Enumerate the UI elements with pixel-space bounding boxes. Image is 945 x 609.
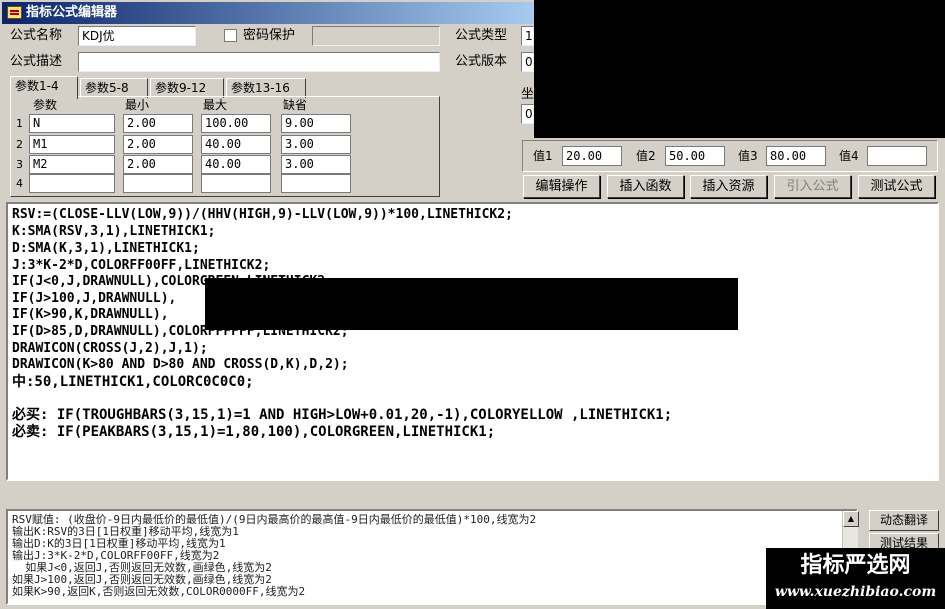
formula-code-editor[interactable]: RSV:=(CLOSE-LLV(LOW,9))/(HHV(HIGH,9)-LLV… [6, 202, 939, 481]
value2-label: 值2 [636, 149, 656, 163]
code-line: 中:50,LINETHICK1,COLORC0C0C0; [12, 374, 254, 390]
coord-label: 坐 [521, 87, 535, 102]
param-min-input[interactable]: 2.00 [123, 114, 193, 133]
code-line: D:SMA(K,3,1),LINETHICK1; [12, 241, 200, 256]
test-formula-button[interactable]: 测试公式 [858, 175, 935, 198]
param-min-input[interactable]: 2.00 [123, 155, 193, 174]
param-default-header: 缺省 [283, 98, 308, 112]
params-panel: 参数 最小 最大 缺省 1 N 2.00 100.00 9.00 2 M1 2.… [10, 96, 440, 197]
translation-line: 输出K:RSV的3日[1日权重]移动平均,线宽为1 [12, 525, 239, 538]
param-name-header: 参数 [33, 98, 58, 112]
code-line: 必买: IF(TROUGHBARS(3,15,1)=1 AND HIGH>LOW… [12, 407, 673, 423]
watermark: 指标严选网 www.xuezhibiao.com [766, 548, 945, 609]
tab-params-9-12[interactable]: 参数9-12 [150, 78, 224, 98]
value1-input[interactable]: 20.00 [562, 146, 622, 166]
tab-params-5-8[interactable]: 参数5-8 [80, 78, 148, 98]
formula-type-select[interactable]: 1 [521, 26, 534, 46]
password-label: 密码保护 [243, 28, 296, 43]
tab-params-1-4[interactable]: 参数1-4 [10, 76, 78, 99]
redaction-block-top-right [534, 0, 945, 138]
code-line: K:SMA(RSV,3,1),LINETHICK1; [12, 224, 216, 239]
insert-resource-button[interactable]: 插入资源 [690, 175, 767, 198]
param-min-input[interactable] [123, 174, 193, 193]
param-default-input[interactable] [281, 174, 351, 193]
dynamic-translate-button[interactable]: 动态翻译 [869, 510, 939, 531]
edit-ops-button[interactable]: 编辑操作 [523, 175, 600, 198]
app-icon [7, 6, 22, 19]
title-bar[interactable]: 指标公式编辑器 [2, 2, 534, 24]
param-default-input[interactable]: 3.00 [281, 135, 351, 154]
param-name-input[interactable]: N [29, 114, 115, 133]
param-max-input[interactable]: 40.00 [201, 155, 271, 174]
param-name-input[interactable]: M2 [29, 155, 115, 174]
param-min-input[interactable]: 2.00 [123, 135, 193, 154]
formula-type-label: 公式类型 [455, 28, 508, 43]
param-name-input[interactable]: M1 [29, 135, 115, 154]
redaction-block-code [205, 278, 738, 330]
param-max-input[interactable]: 100.00 [201, 114, 271, 133]
formula-desc-label: 公式描述 [10, 54, 63, 69]
code-line: IF(K>90,K,DRAWNULL), [12, 307, 169, 322]
translation-line: 如果K>90,返回K,否则返回无效数,COLOR0000FF,线宽为2 [12, 585, 306, 598]
tab-params-13-16[interactable]: 参数13-16 [226, 78, 306, 98]
translation-line: 输出J:3*K-2*D,COLORFF00FF,线宽为2 [12, 549, 220, 562]
translation-line: 如果J<0,返回J,否则返回无效数,画绿色,线宽为2 [12, 561, 272, 574]
import-formula-button[interactable]: 引入公式 [774, 175, 851, 198]
param-default-input[interactable]: 3.00 [281, 155, 351, 174]
password-checkbox[interactable] [224, 29, 237, 42]
value4-label: 值4 [839, 149, 859, 163]
param-row-num: 3 [16, 158, 23, 171]
value3-label: 值3 [738, 149, 758, 163]
password-input[interactable] [312, 26, 440, 46]
scroll-up-icon[interactable]: ▲ [843, 511, 859, 527]
coord-select[interactable]: 0 [521, 104, 534, 124]
param-row-num: 2 [16, 138, 23, 151]
insert-function-button[interactable]: 插入函数 [607, 175, 684, 198]
code-line: DRAWICON(CROSS(J,2),J,1); [12, 341, 208, 356]
formula-version-label: 公式版本 [455, 54, 508, 69]
code-line: J:3*K-2*D,COLORFF00FF,LINETHICK2; [12, 258, 271, 273]
splitter[interactable] [6, 484, 939, 506]
value2-input[interactable]: 50.00 [665, 146, 725, 166]
param-row-num: 4 [16, 177, 23, 190]
formula-name-input[interactable]: KDJ优 [78, 26, 196, 46]
translation-line: RSV赋值: (收盘价-9日内最低价的最低值)/(9日内最高价的最高值-9日内最… [12, 513, 537, 526]
param-default-input[interactable]: 9.00 [281, 114, 351, 133]
code-line: DRAWICON(K>80 AND D>80 AND CROSS(D,K),D,… [12, 357, 349, 372]
translation-line: 如果J>100,返回J,否则返回无效数,画绿色,线宽为2 [12, 573, 272, 586]
value1-label: 值1 [533, 149, 553, 163]
param-min-header: 最小 [125, 98, 150, 112]
formula-name-label: 公式名称 [10, 28, 63, 43]
watermark-url: www.xuezhibiao.com [774, 584, 937, 600]
translation-output[interactable]: RSV赋值: (收盘价-9日内最低价的最低值)/(9日内最高价的最高值-9日内最… [6, 509, 858, 605]
value3-input[interactable]: 80.00 [766, 146, 826, 166]
formula-editor-window: 指标公式编辑器 公式名称 KDJ优 密码保护 公式类型 1 公式描述 公式版本 … [0, 0, 945, 609]
code-line: IF(J>100,J,DRAWNULL), [12, 291, 177, 306]
param-name-input[interactable] [29, 174, 115, 193]
param-max-header: 最大 [203, 98, 228, 112]
value4-input[interactable] [867, 146, 927, 166]
watermark-name: 指标严选网 [800, 553, 911, 578]
param-max-input[interactable]: 40.00 [201, 135, 271, 154]
window-title: 指标公式编辑器 [26, 5, 118, 20]
code-line: 必卖: IF(PEAKBARS(3,15,1)=1,80,100),COLORG… [12, 424, 496, 440]
formula-desc-input[interactable] [78, 52, 440, 72]
code-line: RSV:=(CLOSE-LLV(LOW,9))/(HHV(HIGH,9)-LLV… [12, 207, 513, 222]
formula-version-input[interactable]: 0 [521, 52, 534, 72]
translation-line: 输出D:K的3日[1日权重]移动平均,线宽为1 [12, 537, 226, 550]
param-max-input[interactable] [201, 174, 271, 193]
param-row-num: 1 [16, 117, 23, 130]
